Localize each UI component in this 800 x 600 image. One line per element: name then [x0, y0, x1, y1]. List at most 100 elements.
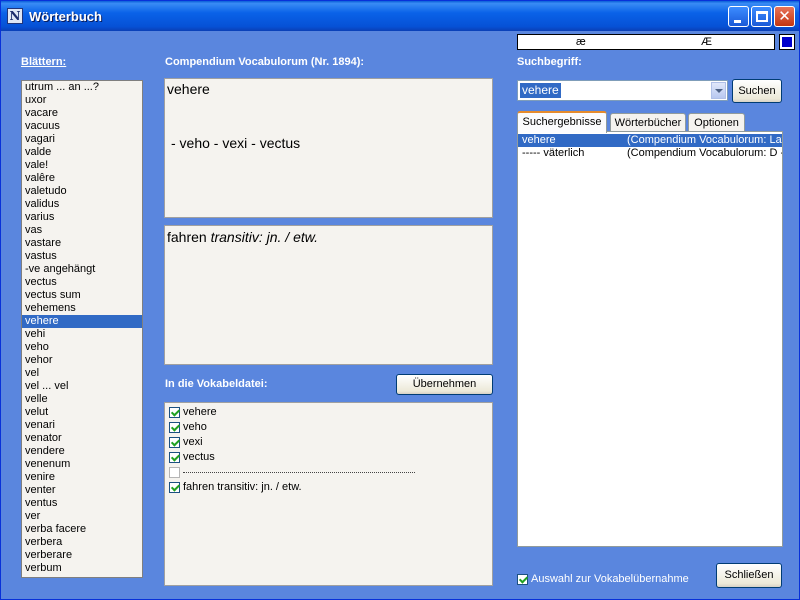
entry-word: vehere [167, 81, 210, 97]
maximize-icon [756, 11, 768, 22]
browse-item[interactable]: uxor [22, 94, 142, 107]
tab-dictionaries[interactable]: Wörterbücher [610, 113, 686, 133]
result-word: vehere [522, 134, 556, 146]
browse-item[interactable]: vacuus [22, 120, 142, 133]
vocab-list: vehere veho vexi vectus fahren transitiv: jn… [164, 402, 493, 586]
translation-panel: fahren transitiv: jn. / etw. [164, 225, 493, 365]
browse-item[interactable]: vehi [22, 328, 142, 341]
tab-results[interactable]: Suchergebnisse [517, 111, 607, 133]
app-icon: N [7, 8, 23, 24]
browse-item[interactable]: ventus [22, 497, 142, 510]
browse-item[interactable]: vehere [22, 315, 142, 328]
result-source: (Compendium Vocabulorum: D -> [627, 147, 782, 159]
browse-item[interactable]: venenum [22, 458, 142, 471]
vocab-item-label: fahren transitiv: jn. / etw. [183, 481, 302, 493]
search-combo[interactable]: vehere [517, 80, 728, 101]
maximize-button[interactable] [751, 6, 772, 27]
checkbox-icon[interactable] [169, 482, 180, 493]
vocab-item[interactable]: vectus [169, 451, 215, 464]
vocab-item-label: vehere [183, 406, 217, 418]
vocab-item[interactable] [169, 466, 415, 479]
vocab-item-label: vectus [183, 451, 215, 463]
browse-item[interactable]: vendere [22, 445, 142, 458]
browse-item[interactable]: valetudo [22, 185, 142, 198]
vocab-label: In die Vokabeldatei: [165, 378, 268, 390]
browse-item[interactable]: venter [22, 484, 142, 497]
browse-item[interactable]: varius [22, 211, 142, 224]
browse-item[interactable]: velle [22, 393, 142, 406]
browse-item[interactable]: vehemens [22, 302, 142, 315]
browse-item[interactable]: verba facere [22, 523, 142, 536]
browse-item[interactable]: velut [22, 406, 142, 419]
result-source: (Compendium Vocabulorum: Late [627, 134, 782, 146]
minimize-button[interactable] [728, 6, 749, 27]
checkbox-icon[interactable] [169, 437, 180, 448]
browse-item[interactable]: validus [22, 198, 142, 211]
browse-item[interactable]: ver [22, 510, 142, 523]
browse-item[interactable]: vastare [22, 237, 142, 250]
chevron-down-icon[interactable] [711, 82, 726, 99]
result-word: ----- väterlich [522, 147, 585, 159]
vocab-item-label: vexi [183, 436, 203, 448]
char-ae-upper[interactable]: Æ [701, 36, 712, 48]
browse-item[interactable]: verbera [22, 536, 142, 549]
checkbox-icon[interactable] [169, 422, 180, 433]
entry-panel: vehere - veho - vexi - vectus [164, 78, 493, 218]
entry-forms: - veho - vexi - vectus [171, 135, 301, 151]
browse-item[interactable]: vel [22, 367, 142, 380]
checkbox-icon[interactable] [169, 407, 180, 418]
browse-item[interactable]: venari [22, 419, 142, 432]
checkbox-icon[interactable] [517, 574, 528, 585]
dictionary-window: N Wörterbuch ✕ æ Æ Blättern: utrum ... a… [0, 0, 800, 600]
vocab-item-label: veho [183, 421, 207, 433]
close-button[interactable]: Schließen [716, 563, 782, 588]
minimize-icon [734, 20, 741, 23]
browse-item[interactable]: vale! [22, 159, 142, 172]
browse-item[interactable]: valde [22, 146, 142, 159]
result-row[interactable]: vehere (Compendium Vocabulorum: Late [518, 134, 782, 147]
browse-item[interactable]: vectus sum [22, 289, 142, 302]
results-list[interactable]: vehere (Compendium Vocabulorum: Late -----… [517, 131, 783, 547]
browse-item[interactable]: vacare [22, 107, 142, 120]
take-over-button[interactable]: Übernehmen [396, 374, 493, 395]
tab-options[interactable]: Optionen [688, 113, 745, 133]
browse-item[interactable]: -ve angehängt [22, 263, 142, 276]
vocab-item[interactable]: vexi [169, 436, 203, 449]
browse-item[interactable]: verberare [22, 549, 142, 562]
browse-item[interactable]: veho [22, 341, 142, 354]
browse-item[interactable]: vehor [22, 354, 142, 367]
browse-item[interactable]: vagari [22, 133, 142, 146]
browse-list[interactable]: utrum ... an ...? uxor vacare vacuus vagari v… [21, 80, 143, 578]
close-window-button[interactable]: ✕ [774, 6, 795, 27]
close-icon: ✕ [778, 7, 791, 25]
browse-item[interactable]: verbum [22, 562, 142, 575]
browse-item[interactable]: vas [22, 224, 142, 237]
separator-line [183, 472, 415, 473]
title-bar[interactable]: N Wörterbuch ✕ [1, 1, 799, 31]
checkbox-icon[interactable] [169, 452, 180, 463]
checkbox-icon[interactable] [169, 467, 180, 478]
entry-label: Compendium Vocabulorum (Nr. 1894): [165, 56, 365, 68]
browse-item[interactable]: venire [22, 471, 142, 484]
browse-item[interactable]: vel ... vel [22, 380, 142, 393]
selection-checkbox-label: Auswahl zur Vokabelübernahme [531, 573, 689, 585]
translation-text: fahren transitiv: jn. / etw. [167, 229, 318, 245]
square-icon [782, 37, 792, 47]
selection-checkbox[interactable]: Auswahl zur Vokabelübernahme [517, 573, 689, 586]
browse-item[interactable]: venator [22, 432, 142, 445]
vocab-item[interactable]: veho [169, 421, 207, 434]
vocab-item[interactable]: fahren transitiv: jn. / etw. [169, 481, 302, 494]
result-row[interactable]: ----- väterlich (Compendium Vocabulorum: … [518, 147, 782, 160]
window-title: Wörterbuch [29, 9, 102, 24]
browse-label: Blättern: [21, 56, 67, 68]
search-input[interactable]: vehere [520, 83, 561, 98]
special-char-bar: æ Æ [517, 34, 775, 50]
browse-item[interactable]: utrum ... an ...? [22, 81, 142, 94]
browse-item[interactable]: vectus [22, 276, 142, 289]
search-button[interactable]: Suchen [732, 79, 782, 103]
vocab-item[interactable]: vehere [169, 406, 217, 419]
char-ae-lower[interactable]: æ [576, 36, 586, 48]
browse-item[interactable]: vastus [22, 250, 142, 263]
char-bar-toggle[interactable] [779, 34, 795, 50]
browse-item[interactable]: valêre [22, 172, 142, 185]
